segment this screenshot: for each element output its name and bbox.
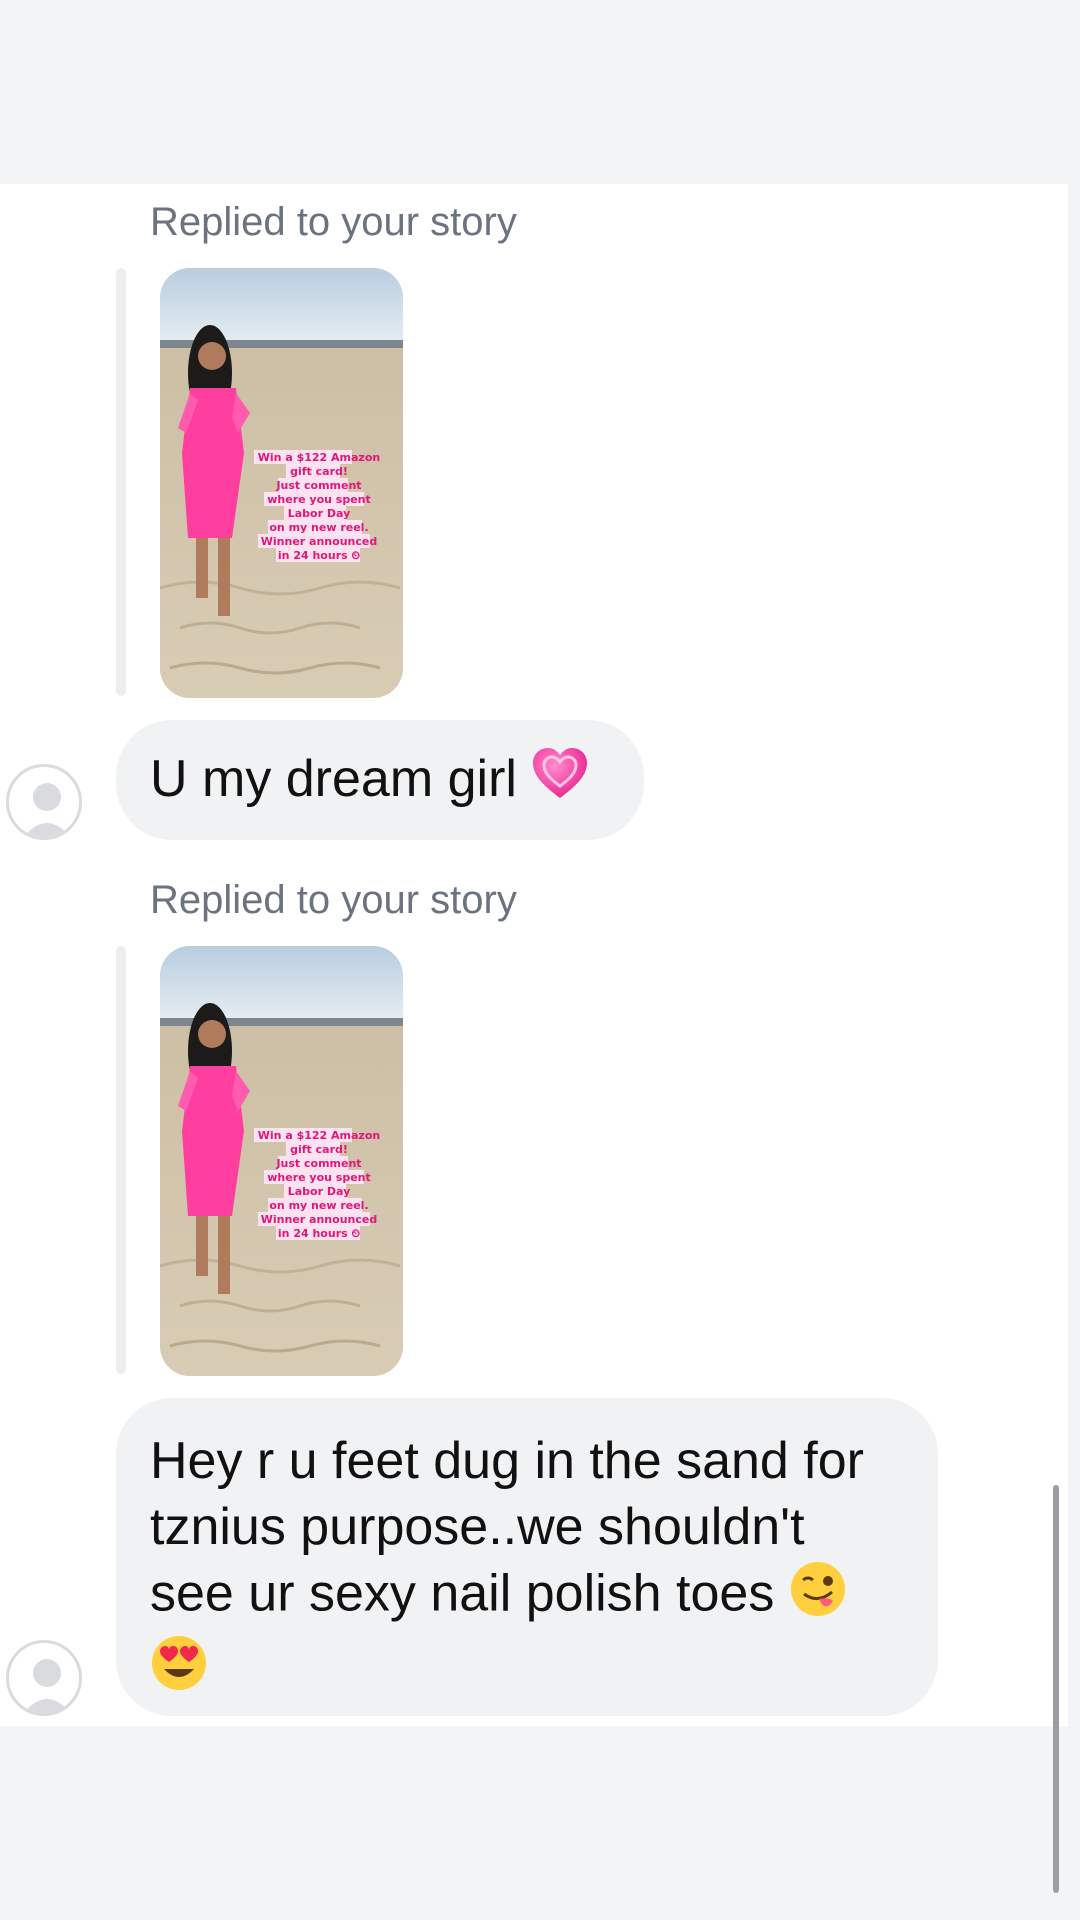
reply-label: Replied to your story	[150, 200, 517, 244]
message-thread[interactable]: Replied to your story Win a $122 Amazon …	[0, 184, 1068, 1893]
story-caption-line: Labor Day	[288, 507, 351, 520]
story-caption-line: in 24 hours ⏲	[278, 549, 361, 562]
story-caption-line: where you spent	[267, 493, 371, 506]
heart-eyes-emoji	[150, 1634, 208, 1708]
quote-bar	[116, 268, 126, 696]
message-text-line: see ur sexy nail polish toes	[150, 1564, 775, 1623]
person-placeholder-icon	[23, 783, 71, 837]
story-caption-line: gift card!	[290, 1143, 348, 1156]
story-caption-line: in 24 hours ⏲	[278, 1227, 361, 1240]
story-caption-line: Just comment	[275, 479, 361, 492]
quote-bar	[116, 946, 126, 1374]
reply-label: Replied to your story	[150, 878, 517, 922]
message-bubble[interactable]: U my dream girl	[116, 720, 644, 840]
story-caption-line: Winner announced	[261, 1213, 377, 1226]
message-text-line: tznius purpose..we shouldn't	[150, 1498, 805, 1556]
message-text-line: Hey r u feet dug in the sand for	[150, 1432, 864, 1490]
person-placeholder-icon	[23, 1659, 71, 1713]
story-caption-line: where you spent	[267, 1171, 371, 1184]
winking-tongue-emoji	[789, 1560, 847, 1634]
sender-avatar[interactable]	[6, 1640, 82, 1716]
story-caption-line: on my new reel.	[269, 1199, 368, 1212]
story-thumbnail[interactable]: Win a $122 Amazon gift card! Just commen…	[160, 268, 403, 698]
pink-heart-emoji	[531, 746, 589, 818]
message-text: U my dream girl	[150, 750, 517, 808]
story-thumbnail[interactable]: Win a $122 Amazon gift card! Just commen…	[160, 946, 403, 1376]
message-bubble[interactable]: Hey r u feet dug in the sand for tznius …	[116, 1398, 938, 1716]
scrollbar[interactable]	[1053, 1485, 1059, 1893]
story-caption-line: on my new reel.	[269, 521, 368, 534]
story-caption-line: Just comment	[275, 1157, 361, 1170]
story-caption-line: gift card!	[290, 465, 348, 478]
sender-avatar[interactable]	[6, 764, 82, 840]
story-caption-line: Labor Day	[288, 1185, 351, 1198]
story-caption-line: Win a $122 Amazon	[258, 451, 380, 464]
story-caption-line: Win a $122 Amazon	[258, 1129, 380, 1142]
story-caption-line: Winner announced	[261, 535, 377, 548]
